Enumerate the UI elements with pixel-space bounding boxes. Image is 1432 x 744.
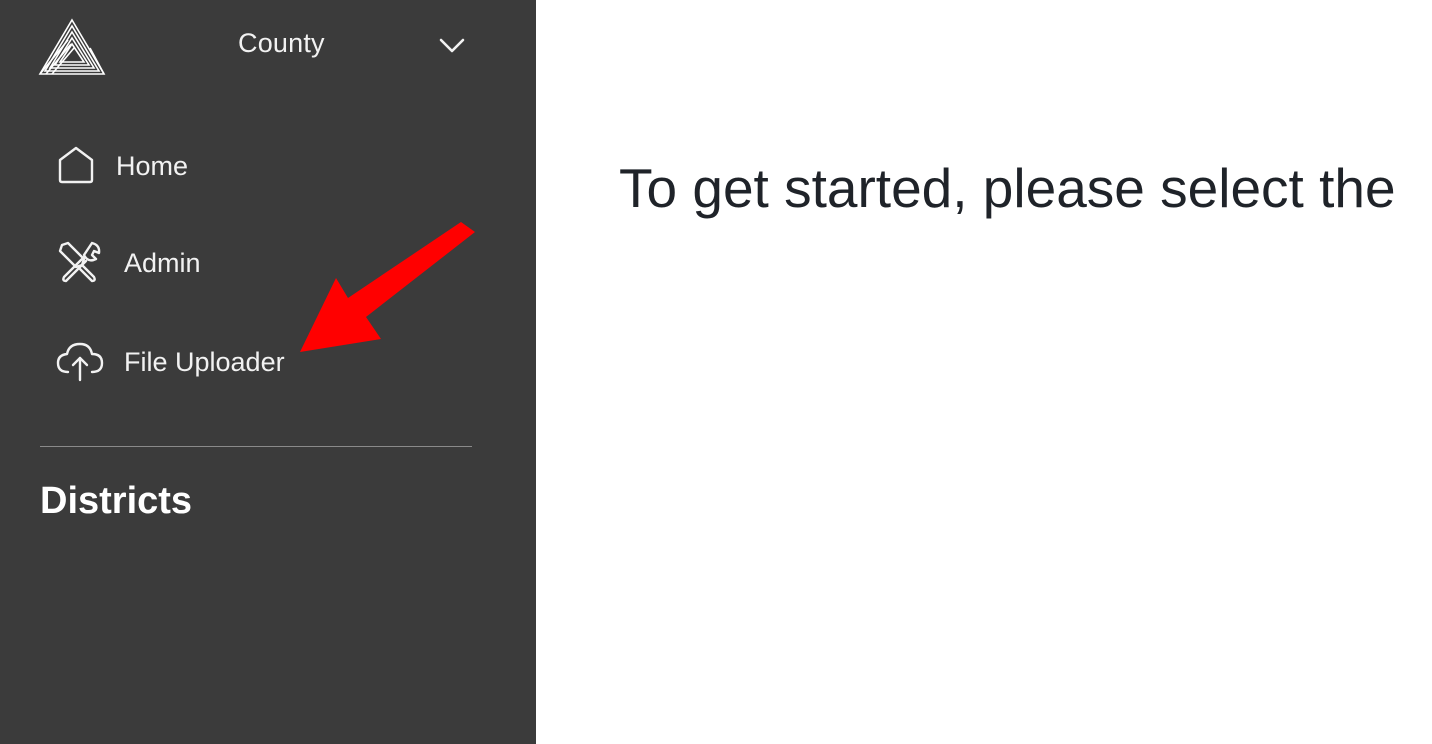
sidebar-item-file-uploader[interactable]: File Uploader [54,336,474,388]
app-window: County Home Admin File Uploader District… [0,0,1432,744]
main-content: To get started, please select the [536,0,1432,744]
sidebar-item-label: Admin [124,248,201,278]
brand-logo[interactable] [38,18,106,78]
tools-icon [58,241,101,283]
sidebar-item-label: Home [116,151,189,181]
county-select[interactable]: County [230,22,475,68]
sidebar-item-label: File Uploader [124,347,285,377]
sidebar: County Home Admin File Uploader District… [0,0,536,744]
triangle-logo-icon [38,18,106,75]
chevron-down-icon [439,38,465,53]
county-select-value: County [238,28,325,58]
sidebar-divider [40,446,472,447]
intro-text: To get started, please select the [619,157,1396,219]
home-icon [58,146,94,184]
cloud-upload-icon [56,342,104,382]
districts-heading: Districts [40,480,193,522]
sidebar-item-home[interactable]: Home [54,140,474,192]
sidebar-item-admin[interactable]: Admin [54,237,474,289]
